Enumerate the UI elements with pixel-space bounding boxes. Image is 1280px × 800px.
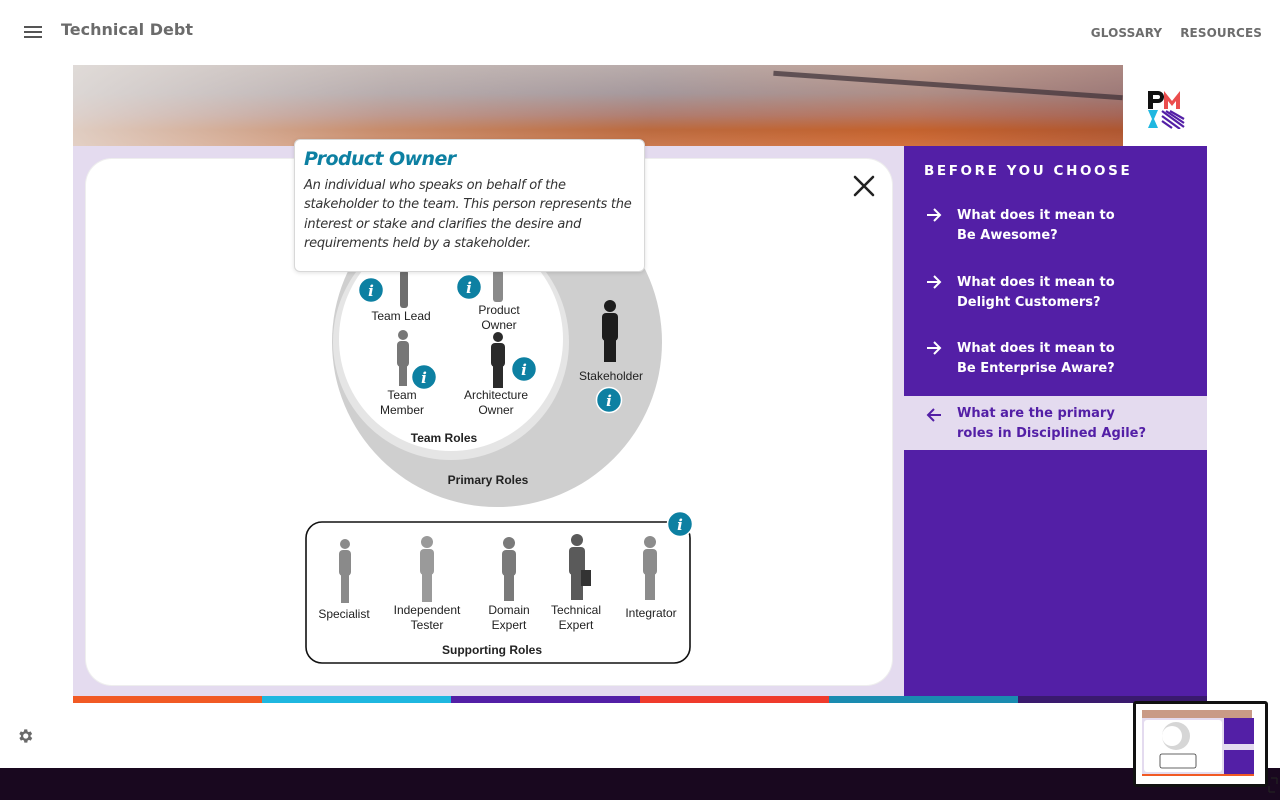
top-bar: Technical Debt GLOSSARY RESOURCES <box>0 0 1280 64</box>
integrator-label: Integrator <box>625 606 677 620</box>
panel-heading: BEFORE YOU CHOOSE <box>924 163 1133 179</box>
hero-banner-image <box>73 65 1123 146</box>
product-owner-info-icon[interactable]: i <box>455 273 483 301</box>
glossary-link[interactable]: GLOSSARY <box>1091 26 1162 40</box>
sidebar-item-label: What are the primary roles in Disciplined… <box>957 406 1147 441</box>
slide-thumbnail[interactable] <box>1133 701 1268 787</box>
team-member-info-icon[interactable]: i <box>410 363 438 391</box>
gear-icon[interactable] <box>16 727 34 745</box>
independent-tester-label: Independent Tester <box>393 603 461 632</box>
team-member-label: Team Member <box>379 388 424 417</box>
arrow-right-icon <box>927 208 942 222</box>
sidebar-item-label: What does it mean to Be Awesome? <box>957 208 1115 243</box>
team-lead-label: Team Lead <box>371 309 431 323</box>
primary-roles-label: Primary Roles <box>447 473 529 487</box>
supporting-roles-info-icon[interactable]: i <box>666 510 694 538</box>
technical-expert-label: Technical Expert <box>550 603 602 632</box>
sidebar-item-enterprise-aware[interactable]: What does it mean to Be Enterprise Aware? <box>904 336 1207 386</box>
footer-bar <box>0 768 1280 800</box>
product-owner-label: Product Owner <box>478 303 520 332</box>
svg-text:i: i <box>521 361 527 379</box>
svg-text:i: i <box>606 392 612 410</box>
svg-text:i: i <box>421 369 427 387</box>
thumbnail-preview-image <box>1136 704 1265 784</box>
sidebar-item-primary-roles[interactable]: What are the primary roles in Disciplined… <box>904 396 1207 450</box>
close-icon[interactable] <box>852 174 876 198</box>
team-lead-figure <box>400 270 408 308</box>
stakeholder-info-icon[interactable]: i <box>595 386 623 414</box>
svg-text:i: i <box>466 279 472 297</box>
resources-link[interactable]: RESOURCES <box>1180 26 1262 40</box>
sidebar-item-label: What does it mean to Be Enterprise Aware? <box>957 341 1115 376</box>
stakeholder-label: Stakeholder <box>578 369 644 383</box>
svg-text:i: i <box>677 516 683 534</box>
architecture-owner-label: Architecture Owner <box>463 388 529 417</box>
team-roles-label: Team Roles <box>410 431 478 445</box>
product-owner-figure <box>493 270 503 302</box>
specialist-label: Specialist <box>318 607 370 621</box>
top-nav: GLOSSARY RESOURCES <box>1091 26 1262 40</box>
color-stripe-bar <box>73 696 1207 703</box>
tooltip-body: An individual who speaks on behalf of th… <box>304 178 632 251</box>
menu-icon[interactable] <box>24 26 42 40</box>
pmi-logo <box>1148 91 1185 129</box>
arrow-right-icon <box>927 341 942 355</box>
sidebar-item-be-awesome[interactable]: What does it mean to Be Awesome? <box>904 203 1207 253</box>
team-lead-info-icon[interactable]: i <box>357 276 385 304</box>
supporting-roles-box <box>305 521 691 664</box>
arrow-left-icon <box>926 408 941 422</box>
arrow-right-icon <box>927 275 942 289</box>
sidebar-item-label: What does it mean to Delight Customers? <box>957 275 1115 310</box>
svg-text:i: i <box>368 282 374 300</box>
resize-handle-icon[interactable] <box>1266 776 1280 794</box>
sidebar-item-delight-customers[interactable]: What does it mean to Delight Customers? <box>904 270 1207 320</box>
tooltip-title: Product Owner <box>304 148 456 170</box>
product-owner-tooltip: Product Owner An individual who speaks o… <box>294 139 645 272</box>
course-title: Technical Debt <box>61 20 193 39</box>
supporting-roles-label: Supporting Roles <box>442 643 542 657</box>
architecture-owner-info-icon[interactable]: i <box>510 355 538 383</box>
